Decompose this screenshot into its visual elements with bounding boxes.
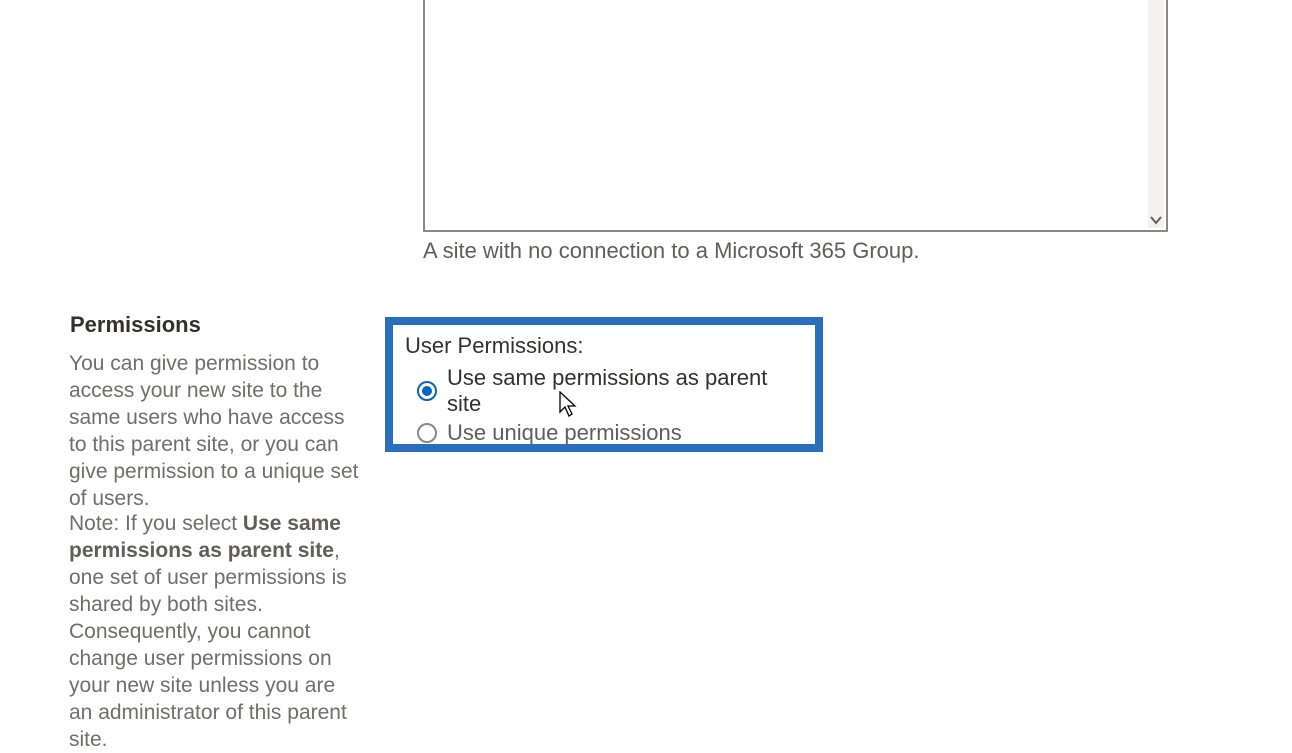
scroll-down-icon[interactable]: [1148, 212, 1164, 228]
radio-label: Use unique permissions: [447, 420, 682, 446]
user-permissions-label: User Permissions:: [405, 333, 805, 359]
permissions-note-prefix: Note: If you select: [69, 512, 243, 535]
template-help-text: A site with no connection to a Microsoft…: [423, 238, 920, 264]
permissions-description: You can give permission to access your n…: [69, 350, 361, 512]
user-permissions-box: User Permissions: Use same permissions a…: [385, 317, 823, 452]
radio-label: Use same permissions as parent site: [447, 365, 805, 417]
template-listbox[interactable]: Team site (classic experience) Project S…: [423, 0, 1168, 232]
permissions-heading: Permissions: [70, 312, 201, 338]
permissions-note: Note: If you select Use same permissions…: [69, 510, 357, 753]
radio-icon: [417, 423, 437, 443]
radio-icon: [417, 381, 437, 401]
template-list: Team site (classic experience) Project S…: [425, 0, 1148, 230]
template-scrollbar[interactable]: [1148, 0, 1164, 228]
radio-unique-permissions[interactable]: Use unique permissions: [417, 420, 805, 446]
permissions-note-suffix: , one set of user permissions is shared …: [69, 539, 347, 751]
radio-same-permissions[interactable]: Use same permissions as parent site: [417, 365, 805, 417]
